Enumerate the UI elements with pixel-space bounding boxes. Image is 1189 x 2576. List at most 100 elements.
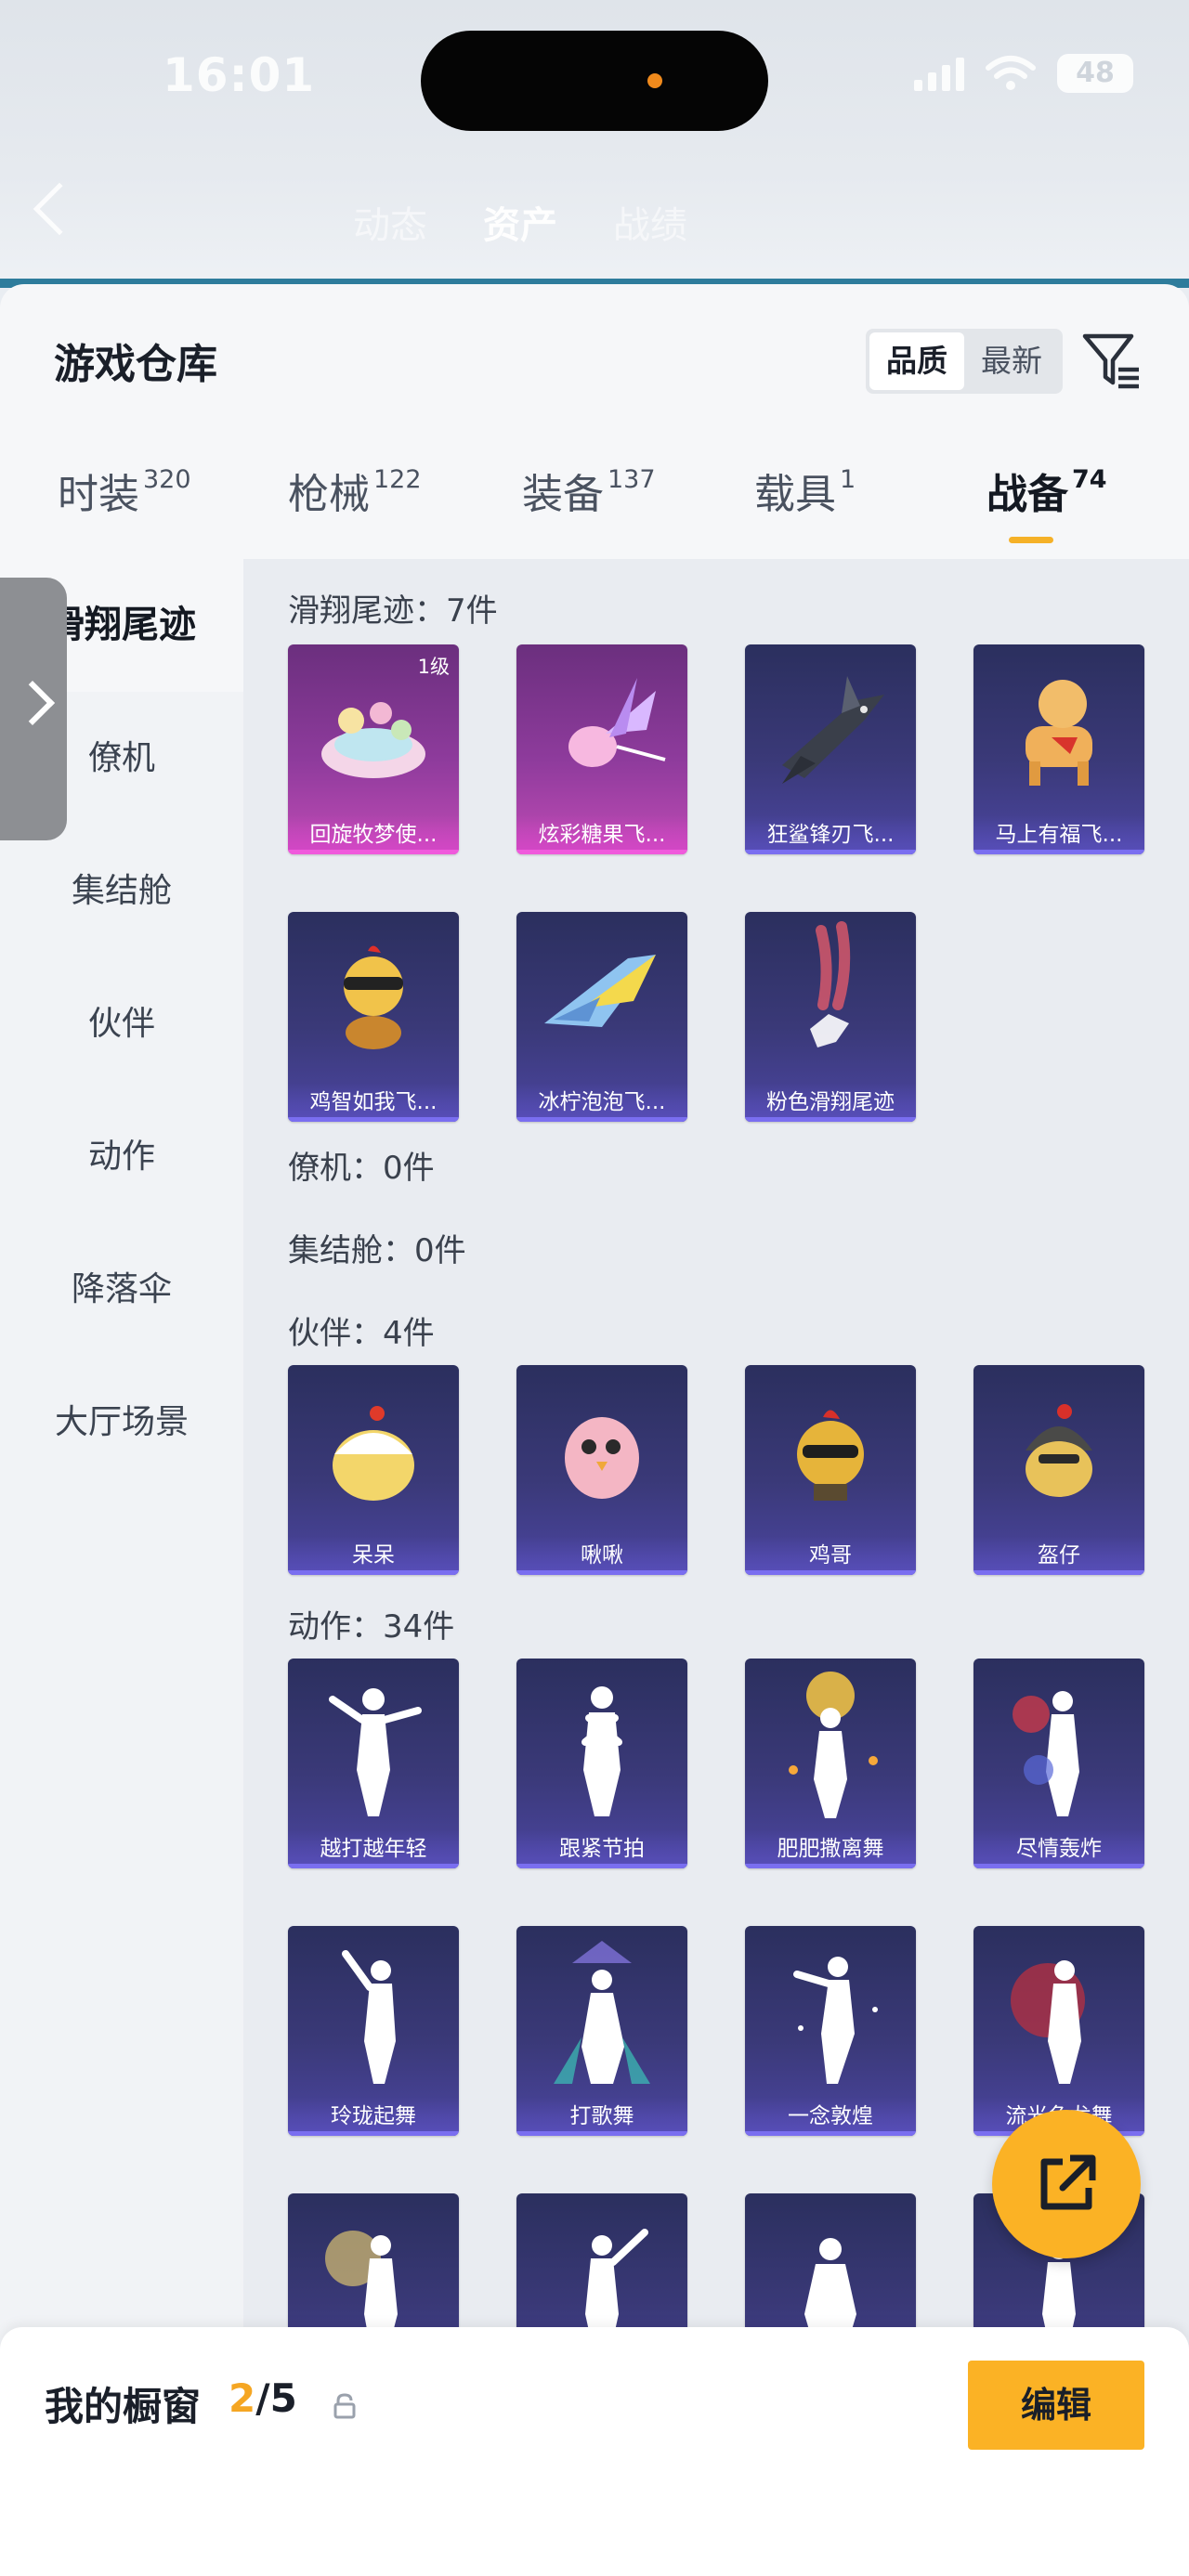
item-name: 尽情轰炸 xyxy=(973,1829,1144,1868)
tab-equipment[interactable]: 装备 137 xyxy=(522,461,656,520)
item-card[interactable]: 肥肥撒离舞 xyxy=(745,1659,916,1868)
item-art-lemon-glider xyxy=(544,955,656,1027)
wifi-icon xyxy=(986,56,1036,90)
item-level-badge: 1级 xyxy=(417,656,450,678)
item-name: 鸡哥 xyxy=(745,1536,916,1575)
header-tab-assets[interactable]: 资产 xyxy=(483,195,557,249)
rarity-bar xyxy=(288,850,459,854)
item-card[interactable]: 打歌舞 xyxy=(516,1926,687,2136)
item-art-shark-blade xyxy=(782,676,884,784)
item-name: 越打越年轻 xyxy=(288,1829,459,1868)
sidebar-item-parachute[interactable]: 降落伞 xyxy=(0,1223,243,1356)
item-card[interactable]: 马上有福飞... xyxy=(973,644,1144,854)
rarity-bar xyxy=(973,1864,1144,1868)
page-title: 游戏仓库 xyxy=(54,341,217,388)
item-name: 跟紧节拍 xyxy=(516,1829,687,1868)
item-grid: 滑翔尾迹：7件 僚机：0件 集结舱：0件 伙伴：4件 动作：34件 1级 回旋牧… xyxy=(243,559,1189,2576)
item-art-chicken xyxy=(344,945,403,1049)
item-art-kuizai xyxy=(1026,1404,1092,1497)
rarity-bar xyxy=(973,850,1144,854)
item-name: 炫彩糖果飞... xyxy=(516,815,687,854)
section-title-rally-pod: 集结舱：0件 xyxy=(288,1232,466,1269)
sort-quality-button[interactable]: 品质 xyxy=(869,332,964,390)
item-art-lucky-horse xyxy=(1026,680,1092,786)
status-icons: 48 xyxy=(914,54,1133,93)
item-name: 一念敦煌 xyxy=(745,2097,916,2136)
rarity-bar xyxy=(745,1570,916,1575)
item-card[interactable]: 啾啾 xyxy=(516,1365,687,1575)
rarity-bar xyxy=(288,2131,459,2136)
showcase-count: 2/5 xyxy=(229,2375,297,2421)
item-art-daidai xyxy=(333,1406,414,1501)
tab-count: 122 xyxy=(373,465,422,494)
chevron-right-icon xyxy=(9,680,56,726)
filter-icon[interactable] xyxy=(1078,329,1143,394)
item-card[interactable]: 玲珑起舞 xyxy=(288,1926,459,2136)
item-art-dancer xyxy=(793,1957,878,2084)
tab-firearms[interactable]: 枪械 122 xyxy=(288,461,422,520)
sidebar: 滑翔尾迹 僚机 集结舱 伙伴 动作 降落伞 大厅场景 xyxy=(0,559,243,2576)
section-title-emote: 动作：34件 xyxy=(288,1608,455,1646)
item-name: 啾啾 xyxy=(516,1536,687,1575)
item-card[interactable]: 尽情轰炸 xyxy=(973,1659,1144,1868)
tab-count: 137 xyxy=(608,465,656,494)
tab-label: 装备 xyxy=(522,471,604,518)
tab-label: 战备 xyxy=(986,471,1068,518)
item-card[interactable]: 呆呆 xyxy=(288,1365,459,1575)
rarity-bar xyxy=(516,2131,687,2136)
sidebar-item-partner[interactable]: 伙伴 xyxy=(0,957,243,1090)
item-art-dancer xyxy=(581,1686,622,1816)
rarity-bar xyxy=(288,1117,459,1122)
recording-indicator xyxy=(647,73,662,88)
item-art-jige xyxy=(797,1410,864,1501)
side-drawer-handle[interactable] xyxy=(0,578,67,840)
share-button[interactable] xyxy=(992,2110,1141,2258)
header-tab-dynamic[interactable]: 动态 xyxy=(353,195,427,249)
showcase-count-current: 2 xyxy=(229,2375,256,2421)
back-button[interactable] xyxy=(33,182,86,236)
item-name: 肥肥撒离舞 xyxy=(745,1829,916,1868)
item-name: 呆呆 xyxy=(288,1536,459,1575)
tab-costume[interactable]: 时装 320 xyxy=(58,461,191,520)
item-name: 玲珑起舞 xyxy=(288,2097,459,2136)
rarity-bar xyxy=(973,1570,1144,1575)
item-card[interactable]: 鸡哥 xyxy=(745,1365,916,1575)
rarity-bar xyxy=(745,1117,916,1122)
item-card[interactable]: 狂鲨锋刃飞... xyxy=(745,644,916,854)
item-card[interactable]: 越打越年轻 xyxy=(288,1659,459,1868)
rarity-bar xyxy=(516,1117,687,1122)
item-art-candy-trail xyxy=(568,678,666,767)
rarity-bar xyxy=(745,1864,916,1868)
tab-vehicles[interactable]: 载具 1 xyxy=(754,461,856,520)
rarity-bar xyxy=(288,1864,459,1868)
battery-icon: 48 xyxy=(1057,54,1133,93)
tab-count: 1 xyxy=(840,465,856,494)
tab-battle-prep[interactable]: 战备 74 xyxy=(986,461,1107,520)
sort-newest-button[interactable]: 最新 xyxy=(964,332,1059,390)
item-card[interactable]: 跟紧节拍 xyxy=(516,1659,687,1868)
item-card[interactable]: 炫彩糖果飞... xyxy=(516,644,687,854)
item-card[interactable]: 鸡智如我飞... xyxy=(288,912,459,1122)
item-card[interactable]: 粉色滑翔尾迹 xyxy=(745,912,916,1122)
item-card[interactable]: 一念敦煌 xyxy=(745,1926,916,2136)
sidebar-item-emote[interactable]: 动作 xyxy=(0,1090,243,1223)
item-card[interactable]: 1级 回旋牧梦使... xyxy=(288,644,459,854)
sidebar-item-rally-pod[interactable]: 集结舱 xyxy=(0,825,243,957)
edit-button[interactable]: 编辑 xyxy=(968,2361,1144,2450)
sidebar-item-lobby-scene[interactable]: 大厅场景 xyxy=(0,1356,243,1489)
item-card[interactable]: 流光鱼龙舞 xyxy=(973,1926,1144,2136)
showcase-title: 我的橱窗 xyxy=(45,2384,202,2429)
top-header: 16:01 48 动态 资产 战绩 xyxy=(0,0,1189,288)
sort-toggle: 品质 最新 xyxy=(866,329,1063,394)
item-art-dancer xyxy=(342,1950,396,2084)
header-tab-record[interactable]: 战绩 xyxy=(613,195,687,249)
item-name: 盔仔 xyxy=(973,1536,1144,1575)
item-card[interactable]: 盔仔 xyxy=(973,1365,1144,1575)
lock-icon xyxy=(333,2393,356,2419)
active-tab-indicator xyxy=(1009,537,1053,543)
tab-label: 时装 xyxy=(58,471,139,518)
item-card[interactable]: 冰柠泡泡飞... xyxy=(516,912,687,1122)
category-tabs: 时装 320 枪械 122 装备 137 载具 1 战备 74 xyxy=(0,461,1189,563)
item-art-dancer xyxy=(789,1672,878,1818)
section-title-partner: 伙伴：4件 xyxy=(288,1315,435,1352)
